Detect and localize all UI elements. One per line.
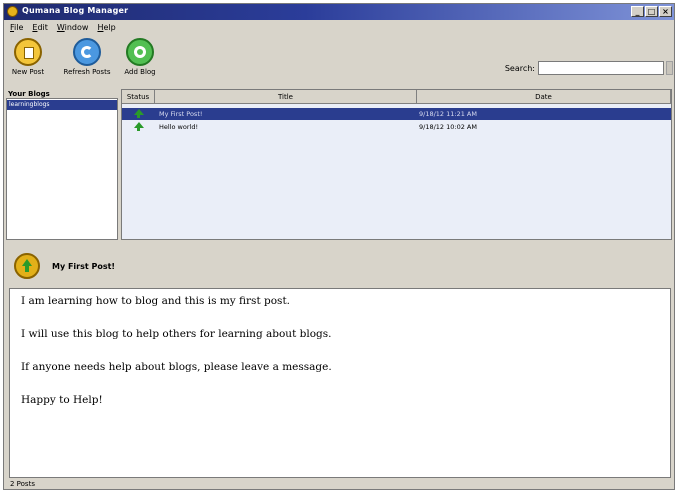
blogs-heading: Your Blogs: [6, 89, 118, 99]
preview-title: My First Post!: [52, 262, 116, 271]
menu-file[interactable]: File: [10, 21, 23, 35]
title-bar[interactable]: Qumana Blog Manager _ □ ×: [4, 4, 674, 20]
column-title[interactable]: Title: [155, 90, 417, 104]
new-post-label: New Post: [11, 68, 45, 76]
menu-window[interactable]: Window: [57, 21, 89, 35]
menu-help[interactable]: Help: [97, 21, 115, 35]
table-row[interactable]: Hello world! 9/18/12 10:02 AM: [122, 121, 671, 133]
status-published-icon: [122, 108, 155, 120]
add-blog-icon: [126, 38, 154, 66]
content-paragraph: I will use this blog to help others for …: [21, 328, 332, 340]
menu-edit[interactable]: Edit: [32, 21, 48, 35]
post-title-cell: My First Post!: [159, 110, 203, 118]
blog-list-item[interactable]: learningblogs: [7, 100, 117, 110]
status-bar: 2 Posts: [10, 480, 35, 488]
minimize-button[interactable]: _: [631, 6, 644, 17]
content-paragraph: Happy to Help!: [21, 394, 103, 406]
app-logo-icon: [7, 6, 18, 17]
post-title-cell: Hello world!: [159, 123, 199, 131]
refresh-posts-button[interactable]: Refresh Posts: [58, 38, 116, 76]
blogs-list-panel: [6, 89, 118, 240]
post-content[interactable]: I am learning how to blog and this is my…: [9, 288, 671, 478]
window-title: Qumana Blog Manager: [22, 6, 129, 15]
content-paragraph: If anyone needs help about blogs, please…: [21, 361, 332, 373]
refresh-posts-label: Refresh Posts: [63, 68, 111, 76]
new-post-icon: [14, 38, 42, 66]
add-blog-label: Add Blog: [124, 68, 156, 76]
column-status[interactable]: Status: [122, 90, 155, 104]
add-blog-button[interactable]: Add Blog: [120, 38, 160, 76]
posts-table: Status Title Date My First Post! 9/18/12…: [121, 89, 672, 240]
post-preview-header: My First Post!: [6, 246, 672, 286]
new-post-button[interactable]: New Post: [10, 38, 46, 76]
content-paragraph: I am learning how to blog and this is my…: [21, 295, 290, 307]
search-go-button[interactable]: [666, 61, 673, 75]
status-published-icon: [122, 121, 155, 133]
close-button[interactable]: ×: [659, 6, 672, 17]
column-date[interactable]: Date: [417, 90, 671, 104]
search-input[interactable]: [538, 61, 664, 75]
toolbar: New Post Refresh Posts Add Blog Search:: [4, 36, 674, 90]
post-date-cell: 9/18/12 10:02 AM: [419, 123, 477, 131]
search-label: Search:: [504, 64, 535, 73]
post-date-cell: 9/18/12 11:21 AM: [419, 110, 477, 118]
posts-table-header: Status Title Date: [122, 90, 671, 104]
menu-bar: File Edit Window Help: [4, 21, 674, 35]
post-status-icon: [14, 253, 40, 279]
table-row[interactable]: My First Post! 9/18/12 11:21 AM: [122, 108, 671, 120]
refresh-icon: [73, 38, 101, 66]
maximize-button[interactable]: □: [645, 6, 658, 17]
